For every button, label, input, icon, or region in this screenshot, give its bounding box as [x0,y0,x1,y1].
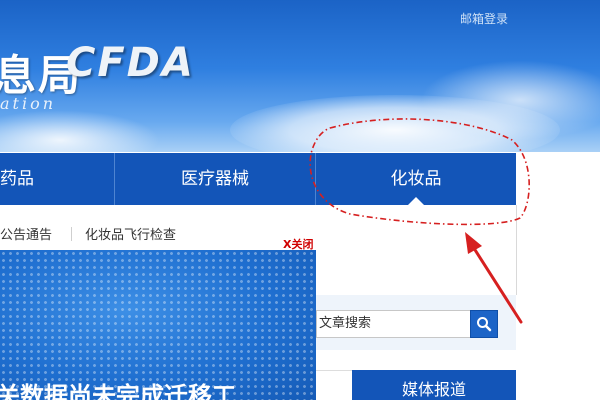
ad-headline: 关数据尚未完成迁移工 [0,382,236,400]
search-box: 文章搜索 [316,310,516,340]
submenu-link-announcements[interactable]: 公告通告 [0,224,52,243]
nav-item-medical-devices[interactable]: 医疗器械 [115,153,315,205]
tab-placeholder[interactable] [316,370,352,401]
cfda-logo[interactable]: CFDA [66,40,195,86]
submenu-link-cosmetics-inspection[interactable]: 化妆品飞行检查 [85,224,176,243]
mail-login-link[interactable]: 邮箱登录 [460,10,508,27]
submenu-divider [71,227,72,241]
active-nav-caret [408,197,424,205]
header-banner: 息局 CFDA ation 邮箱登录 [0,0,600,152]
main-nav: 药品 医疗器械 化妆品 [0,153,516,205]
site-title-en: ation [0,94,57,113]
nav-item-drugs[interactable]: 药品 [0,153,114,205]
cloud-decoration [0,110,160,152]
search-button[interactable] [470,310,498,338]
ad-panel: 关数据尚未完成迁移工 [0,250,316,400]
search-input[interactable]: 文章搜索 [316,310,470,338]
close-ad-button[interactable]: X关闭 [283,236,313,252]
tab-media-reports[interactable]: 媒体报道 [352,370,516,400]
search-icon [477,317,492,332]
